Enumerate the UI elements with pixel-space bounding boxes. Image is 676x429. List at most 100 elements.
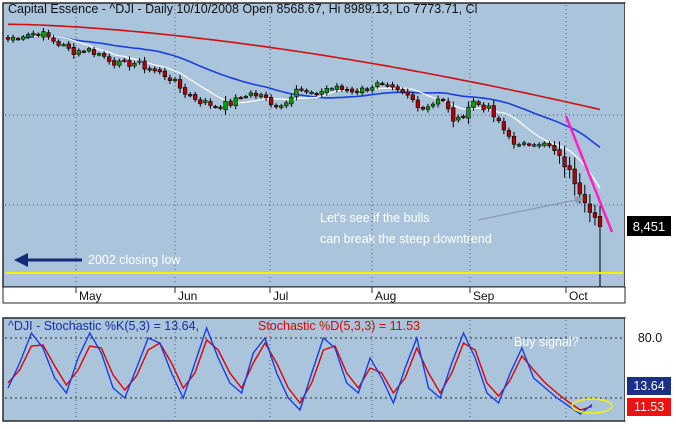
candle-body — [253, 92, 259, 97]
candle-body — [122, 59, 127, 62]
month-label: Jul — [273, 289, 288, 303]
chart-window: Capital Essence - ^DJI - Daily 10/10/200… — [0, 0, 676, 424]
candle-body — [182, 87, 188, 95]
candle-body — [319, 91, 324, 95]
month-label: May — [79, 289, 102, 303]
candle-body — [36, 33, 41, 37]
candle-body — [410, 94, 415, 100]
month-label: Aug — [375, 289, 396, 303]
candle-body — [117, 60, 122, 66]
candle-body — [329, 88, 334, 91]
candle-body — [208, 101, 213, 106]
candle-body — [233, 97, 238, 106]
candle-body — [542, 142, 547, 146]
candle-body — [501, 121, 506, 131]
price-chart-title: Capital Essence - ^DJI - Daily 10/10/200… — [8, 2, 477, 16]
candle-body — [577, 182, 582, 195]
candle-body — [107, 56, 112, 62]
candle-body — [10, 36, 16, 41]
candle-body — [582, 194, 587, 204]
candle-body — [532, 144, 537, 147]
candle-body — [61, 44, 66, 47]
candle-body — [157, 69, 162, 73]
candle-body — [66, 43, 71, 49]
candle-body — [258, 94, 264, 98]
candle-body — [466, 106, 471, 119]
candle-body — [5, 37, 11, 40]
candle-body — [21, 36, 26, 40]
candle-body — [172, 78, 178, 82]
candle-body — [299, 88, 304, 91]
candle-body — [96, 53, 102, 56]
candle-body — [203, 100, 208, 103]
candle-body — [592, 212, 598, 218]
candle-body — [562, 156, 567, 168]
candle-body — [177, 79, 183, 89]
candle-body — [51, 37, 56, 42]
candle-body — [213, 105, 218, 109]
candle-body — [26, 34, 31, 38]
chart-canvas: Capital Essence - ^DJI - Daily 10/10/200… — [2, 2, 673, 422]
candle-body — [405, 91, 410, 96]
candle-body — [162, 70, 167, 78]
low-label: 2002 closing low — [88, 253, 181, 267]
candle-body — [339, 85, 345, 90]
candle-body — [491, 105, 496, 118]
candle-body — [274, 105, 279, 108]
month-label: Jun — [178, 289, 197, 303]
month-label: Sep — [473, 289, 495, 303]
candle-body — [425, 106, 431, 110]
candle-body — [91, 49, 97, 55]
candle-body — [360, 87, 365, 94]
candle-body — [557, 149, 562, 156]
candle-body — [451, 107, 456, 122]
candle-body — [567, 165, 572, 170]
buy-signal-label: Buy signal? — [514, 335, 579, 349]
candle-body — [193, 93, 198, 100]
candle-body — [537, 144, 542, 147]
stoch-d-value-label: 11.53 — [634, 400, 664, 414]
candle-body — [597, 215, 603, 227]
candle-body — [420, 107, 426, 110]
candle-body — [46, 32, 51, 38]
candle-body — [572, 168, 577, 185]
candle-body — [324, 88, 329, 93]
candle-body — [395, 86, 400, 90]
candle-body — [527, 143, 532, 146]
candle-body — [522, 142, 527, 145]
candle-body — [486, 105, 491, 109]
candle-body — [294, 88, 299, 97]
candle-body — [41, 31, 46, 38]
candle-body — [511, 135, 517, 145]
candle-body — [471, 100, 476, 108]
candle-body — [375, 82, 380, 87]
price-axis-strip — [625, 3, 673, 287]
stoch-title-k: ^DJI - Stochastic %K(5,3) = 13.64, — [8, 319, 199, 333]
candle-body — [152, 68, 157, 72]
candle-body — [370, 87, 375, 91]
candle-body — [238, 97, 243, 100]
candle-body — [456, 116, 461, 121]
candle-body — [76, 50, 81, 55]
candle-body — [552, 145, 557, 151]
candle-body — [284, 102, 289, 107]
stoch-level-80-label: 80.0 — [638, 331, 662, 345]
candle-body — [365, 88, 370, 91]
candle-body — [390, 84, 395, 88]
candle-body — [430, 103, 436, 107]
candle-body — [127, 60, 132, 67]
candle-body — [248, 92, 253, 96]
candle-body — [223, 100, 228, 111]
candle-body — [461, 115, 466, 119]
candle-body — [349, 88, 355, 93]
candle-body — [142, 60, 147, 70]
candle-body — [71, 47, 76, 55]
candle-body — [198, 99, 203, 105]
candle-body — [102, 53, 107, 57]
candle-body — [167, 77, 173, 81]
last-price-label: 8,451 — [633, 219, 666, 234]
candle-body — [415, 99, 420, 108]
annotation-line-2: can break the steep downtrend — [320, 232, 492, 246]
candle-body — [137, 60, 142, 63]
price-panel — [2, 2, 626, 288]
